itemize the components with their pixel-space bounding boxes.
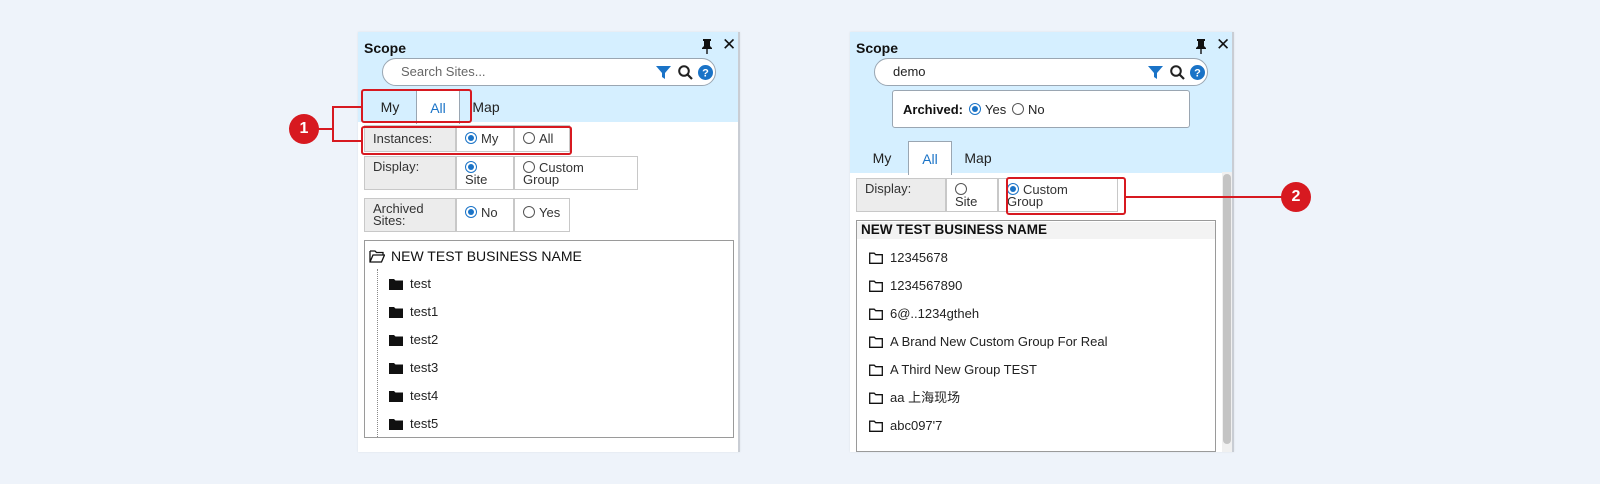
svg-text:?: ? (702, 68, 709, 80)
tree-item-label: 6@..1234gtheh (890, 306, 980, 321)
tree-item-label: test (410, 276, 431, 291)
option-label: Site (465, 172, 488, 187)
folder-icon (389, 279, 403, 290)
folder-icon (389, 335, 403, 346)
archived-no-option[interactable]: No (1012, 102, 1045, 117)
radio-empty-icon (1012, 103, 1024, 115)
tab-my[interactable]: My (858, 141, 906, 173)
tree-item-label: test4 (410, 388, 439, 403)
folder-icon (389, 307, 403, 318)
folder-outline-icon (869, 420, 883, 432)
radio-empty-icon (955, 183, 967, 195)
option-label: No (1028, 102, 1045, 117)
highlight-tabs (361, 89, 472, 123)
highlight-instances (361, 126, 572, 155)
folder-outline-icon (869, 364, 883, 376)
callout-connector (332, 106, 362, 108)
tab-map[interactable]: Map (956, 141, 1000, 173)
folder-icon (389, 363, 403, 374)
display-label: Display: (856, 178, 946, 212)
archived-yes-option[interactable]: Yes (514, 198, 570, 232)
search-box: ? (874, 58, 1208, 86)
archived-sites-row: Archived Sites: No Yes (364, 198, 570, 232)
panel-title: Scope (364, 40, 407, 56)
panel-header: Scope ✕ ? Archived: Yes No My All Map (850, 32, 1232, 175)
search-icon[interactable] (1169, 64, 1186, 81)
scrollbar-thumb[interactable] (1223, 174, 1231, 444)
svg-text:?: ? (1194, 68, 1201, 80)
folder-outline-icon (869, 392, 883, 404)
folder-icon (389, 419, 403, 430)
display-row: Display: Site Custom Group (364, 156, 638, 190)
help-icon[interactable]: ? (1189, 64, 1206, 81)
callout-connector (318, 128, 334, 130)
display-custom-group-option[interactable]: Custom Group (514, 156, 638, 190)
tree-item-label: test5 (410, 416, 439, 431)
archived-sites-label: Archived Sites: (364, 198, 456, 232)
option-label: Yes (985, 102, 1007, 117)
tree-item-label: A Brand New Custom Group For Real (890, 334, 1108, 349)
folder-outline-icon (869, 280, 883, 292)
scope-panel-right: Scope ✕ ? Archived: Yes No My All Map (850, 32, 1234, 452)
option-label: Group (523, 172, 560, 187)
search-input[interactable] (893, 64, 1133, 79)
callout-connector (1126, 196, 1282, 198)
archived-label: Archived: (903, 102, 963, 117)
option-label: Site (955, 194, 978, 209)
archived-filter: Archived: Yes No (892, 90, 1190, 128)
radio-selected-icon (465, 206, 477, 218)
archived-no-option[interactable]: No (456, 198, 514, 232)
tree-root[interactable]: NEW TEST BUSINESS NAME (369, 248, 582, 264)
panel-title: Scope (856, 40, 899, 56)
filter-icon[interactable] (1147, 64, 1164, 81)
tree-item-label: aa 上海现场 (890, 390, 961, 405)
radio-empty-icon (523, 161, 535, 173)
tree-root[interactable]: NEW TEST BUSINESS NAME (857, 222, 1215, 239)
callout-connector (332, 106, 334, 142)
folder-outline-icon (869, 336, 883, 348)
filter-icon[interactable] (655, 64, 672, 81)
tree-item-label: 1234567890 (890, 278, 963, 293)
display-site-option[interactable]: Site (456, 156, 514, 190)
archived-yes-option[interactable]: Yes (969, 102, 1006, 117)
pin-icon[interactable] (700, 38, 714, 54)
callout-badge-2: 2 (1281, 182, 1311, 212)
search-input[interactable] (401, 64, 641, 79)
close-icon[interactable]: ✕ (1216, 35, 1230, 55)
callout-badge-1: 1 (289, 114, 319, 144)
folder-open-icon (369, 250, 385, 263)
tab-all[interactable]: All (908, 141, 952, 175)
folder-outline-icon (869, 252, 883, 264)
site-tree: NEW TEST BUSINESS NAME test test1 test2 … (364, 240, 734, 438)
help-icon[interactable]: ? (697, 64, 714, 81)
option-label: No (481, 205, 498, 220)
display-site-option[interactable]: Site (946, 178, 998, 212)
tree-item-label: A Third New Group TEST (890, 362, 1037, 377)
radio-empty-icon (523, 206, 535, 218)
tree-item-label: test2 (410, 332, 439, 347)
highlight-custom-group (1006, 177, 1126, 215)
pin-icon[interactable] (1194, 38, 1208, 54)
tree-item-label: test1 (410, 304, 439, 319)
search-box: ? (382, 58, 716, 86)
display-label: Display: (364, 156, 456, 190)
vertical-scrollbar[interactable] (1222, 172, 1232, 452)
close-icon[interactable]: ✕ (722, 35, 736, 55)
radio-selected-icon (465, 161, 477, 173)
folder-outline-icon (869, 308, 883, 320)
tree-guide-line (377, 269, 378, 437)
radio-selected-icon (969, 103, 981, 115)
tree-item-label: 12345678 (890, 250, 948, 265)
tree-item-label: test3 (410, 360, 439, 375)
option-label: Yes (539, 205, 561, 220)
tree-root-label: NEW TEST BUSINESS NAME (391, 248, 582, 264)
label-line: Sites: (373, 213, 406, 228)
callout-connector (332, 140, 362, 142)
tree-item-label: abc097'7 (890, 418, 943, 433)
search-icon[interactable] (677, 64, 694, 81)
folder-icon (389, 391, 403, 402)
group-tree: NEW TEST BUSINESS NAME 12345678 12345678… (856, 220, 1216, 452)
